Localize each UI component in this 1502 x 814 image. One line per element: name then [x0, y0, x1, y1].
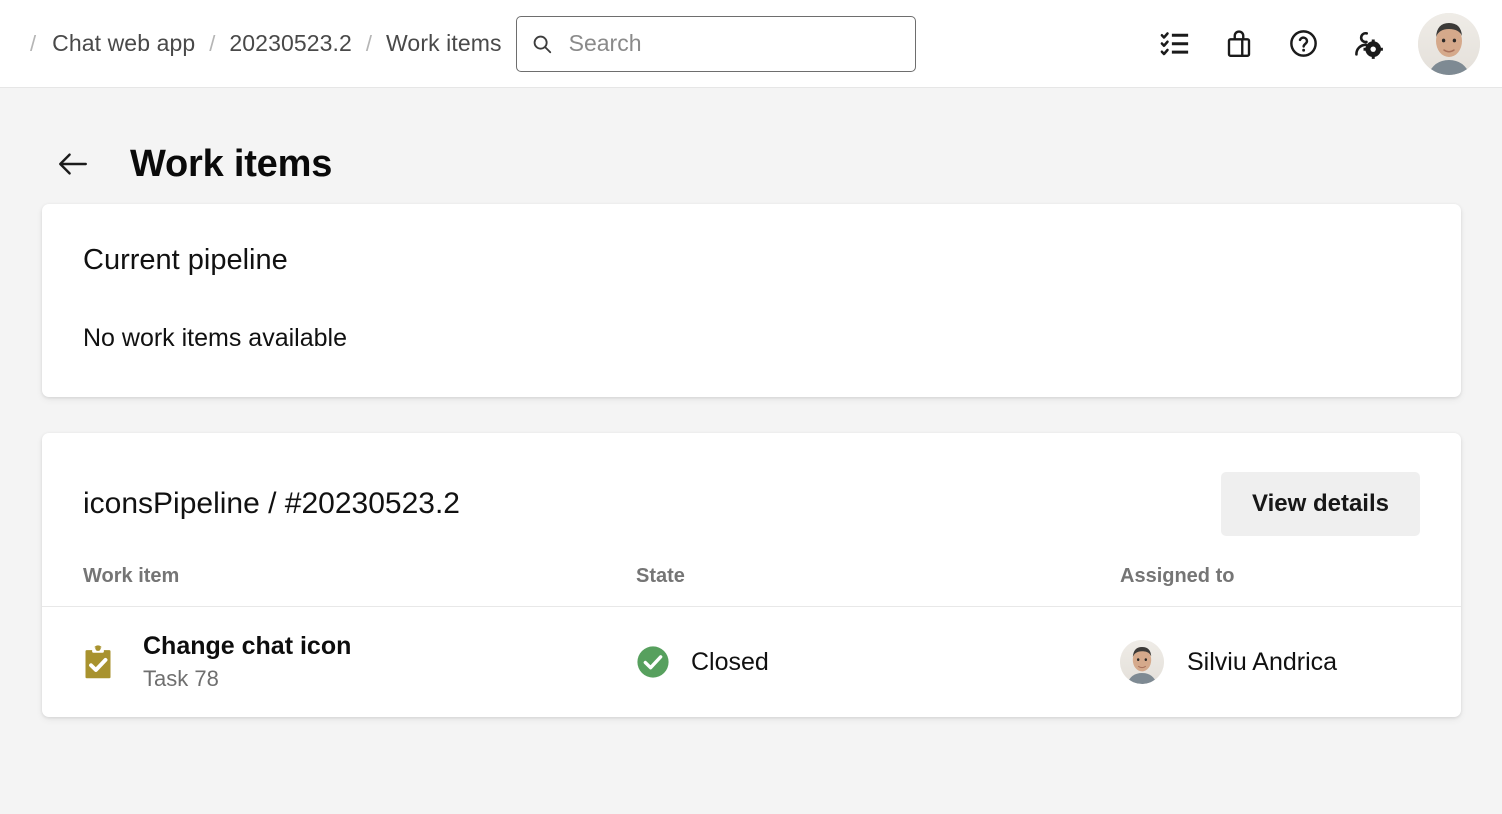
check-circle-icon	[636, 645, 670, 679]
avatar-photo	[1418, 13, 1480, 75]
breadcrumb-item-workitems[interactable]: Work items	[386, 30, 502, 57]
task-clipboard-icon	[83, 644, 113, 680]
work-item-subtitle: Task 78	[143, 666, 351, 692]
page-title: Work items	[130, 143, 332, 186]
breadcrumb-item-project[interactable]: Chat web app	[52, 30, 195, 57]
question-circle-icon	[1288, 28, 1319, 59]
cell-state: Closed	[636, 645, 1120, 679]
page-header: Work items	[0, 88, 1502, 204]
work-item-title: Change chat icon	[143, 632, 351, 662]
column-header-work-item: Work item	[83, 565, 636, 588]
avatar[interactable]	[1418, 13, 1480, 75]
help-icon[interactable]	[1286, 27, 1320, 61]
table-row[interactable]: Change chat icon Task 78 Closed	[42, 607, 1461, 717]
work-items-icon[interactable]	[1158, 27, 1192, 61]
back-arrow-icon[interactable]	[56, 147, 90, 181]
person-gear-icon	[1352, 28, 1383, 59]
checklist-icon	[1160, 29, 1190, 59]
breadcrumb-separator: /	[352, 31, 386, 57]
shopping-bag-icon	[1224, 29, 1254, 59]
current-pipeline-card: Current pipeline No work items available	[42, 204, 1461, 397]
cell-assigned-to: Silviu Andrica	[1120, 640, 1420, 684]
top-bar-actions	[1158, 13, 1484, 75]
search-icon	[531, 33, 553, 55]
pipeline-run-title: iconsPipeline / #20230523.2	[83, 487, 460, 521]
search-input[interactable]	[569, 30, 901, 57]
avatar-photo	[1120, 640, 1164, 684]
user-settings-icon[interactable]	[1350, 27, 1384, 61]
work-items-card: iconsPipeline / #20230523.2 View details…	[42, 433, 1461, 717]
work-items-card-header: iconsPipeline / #20230523.2 View details	[42, 433, 1461, 536]
cell-work-item: Change chat icon Task 78	[83, 632, 636, 693]
breadcrumb-separator: /	[195, 31, 229, 57]
breadcrumb-item-build[interactable]: 20230523.2	[229, 30, 352, 57]
assignee-avatar	[1120, 640, 1164, 684]
breadcrumb: / Chat web app / 20230523.2 / Work items	[22, 30, 502, 57]
assignee-name: Silviu Andrica	[1187, 648, 1337, 677]
view-details-button[interactable]: View details	[1221, 472, 1420, 536]
column-header-assigned-to: Assigned to	[1120, 565, 1420, 588]
marketplace-icon[interactable]	[1222, 27, 1256, 61]
current-pipeline-empty-message: No work items available	[83, 324, 1461, 353]
search-box[interactable]	[516, 16, 916, 72]
breadcrumb-separator: /	[22, 31, 52, 57]
column-header-state: State	[636, 565, 1120, 588]
top-bar: / Chat web app / 20230523.2 / Work items	[0, 0, 1502, 88]
work-item-text: Change chat icon Task 78	[143, 632, 351, 693]
state-label: Closed	[691, 648, 769, 677]
work-items-column-headers: Work item State Assigned to	[42, 536, 1461, 606]
current-pipeline-title: Current pipeline	[83, 244, 1461, 277]
